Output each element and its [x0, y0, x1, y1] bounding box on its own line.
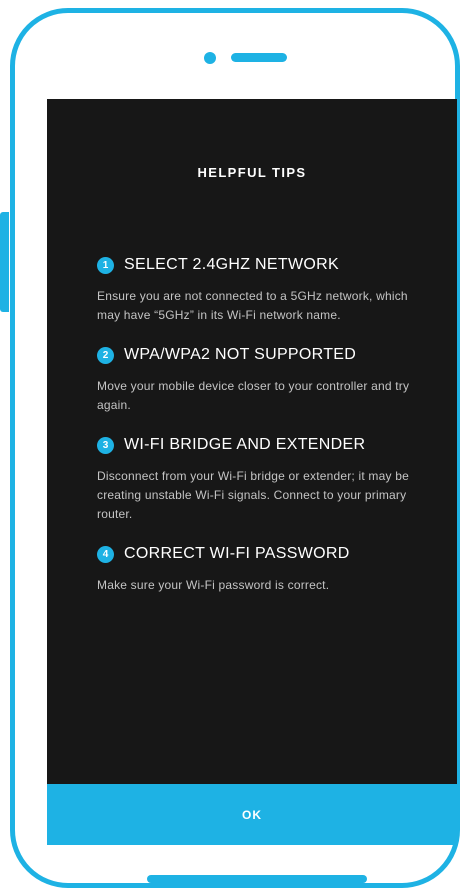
ok-button[interactable]: OK: [47, 784, 457, 845]
home-indicator-bar: [147, 875, 367, 883]
tip-item-2: 2 WPA/WPA2 NOT SUPPORTED Move your mobil…: [97, 343, 442, 415]
tip-title: WI-FI BRIDGE AND EXTENDER: [124, 436, 366, 453]
dialog-title: HELPFUL TIPS: [197, 165, 307, 180]
tip-title: WPA/WPA2 NOT SUPPORTED: [124, 346, 357, 363]
speaker-grille-icon: [231, 53, 287, 62]
side-button: [0, 212, 9, 312]
tip-header: 3 WI-FI BRIDGE AND EXTENDER: [97, 433, 442, 457]
number-badge-icon: 4: [97, 545, 114, 563]
tips-list: 1 SELECT 2.4GHZ NETWORK Ensure you are n…: [97, 253, 442, 613]
tip-body: Ensure you are not connected to a 5GHz n…: [97, 289, 408, 322]
front-camera-icon: [204, 52, 216, 64]
tip-title: SELECT 2.4GHZ NETWORK: [124, 256, 339, 273]
tip-body: Disconnect from your Wi-Fi bridge or ext…: [97, 469, 409, 521]
number-badge-icon: 1: [97, 256, 114, 274]
tip-header: 4 CORRECT WI-FI PASSWORD: [97, 542, 442, 566]
number-badge-icon: 2: [97, 346, 114, 364]
tip-title: CORRECT WI-FI PASSWORD: [124, 545, 350, 562]
tip-header: 1 SELECT 2.4GHZ NETWORK: [97, 253, 442, 277]
tip-item-3: 3 WI-FI BRIDGE AND EXTENDER Disconnect f…: [97, 433, 442, 524]
helpful-tips-dialog: HELPFUL TIPS 1 SELECT 2.4GHZ NETWORK Ens…: [47, 99, 457, 845]
tip-item-4: 4 CORRECT WI-FI PASSWORD Make sure your …: [97, 542, 442, 595]
tip-header: 2 WPA/WPA2 NOT SUPPORTED: [97, 343, 442, 367]
tip-item-1: 1 SELECT 2.4GHZ NETWORK Ensure you are n…: [97, 253, 442, 325]
tip-body: Move your mobile device closer to your c…: [97, 379, 410, 412]
tip-body: Make sure your Wi-Fi password is correct…: [97, 578, 330, 592]
phone-frame: HELPFUL TIPS 1 SELECT 2.4GHZ NETWORK Ens…: [10, 8, 460, 888]
number-badge-icon: 3: [97, 436, 114, 454]
